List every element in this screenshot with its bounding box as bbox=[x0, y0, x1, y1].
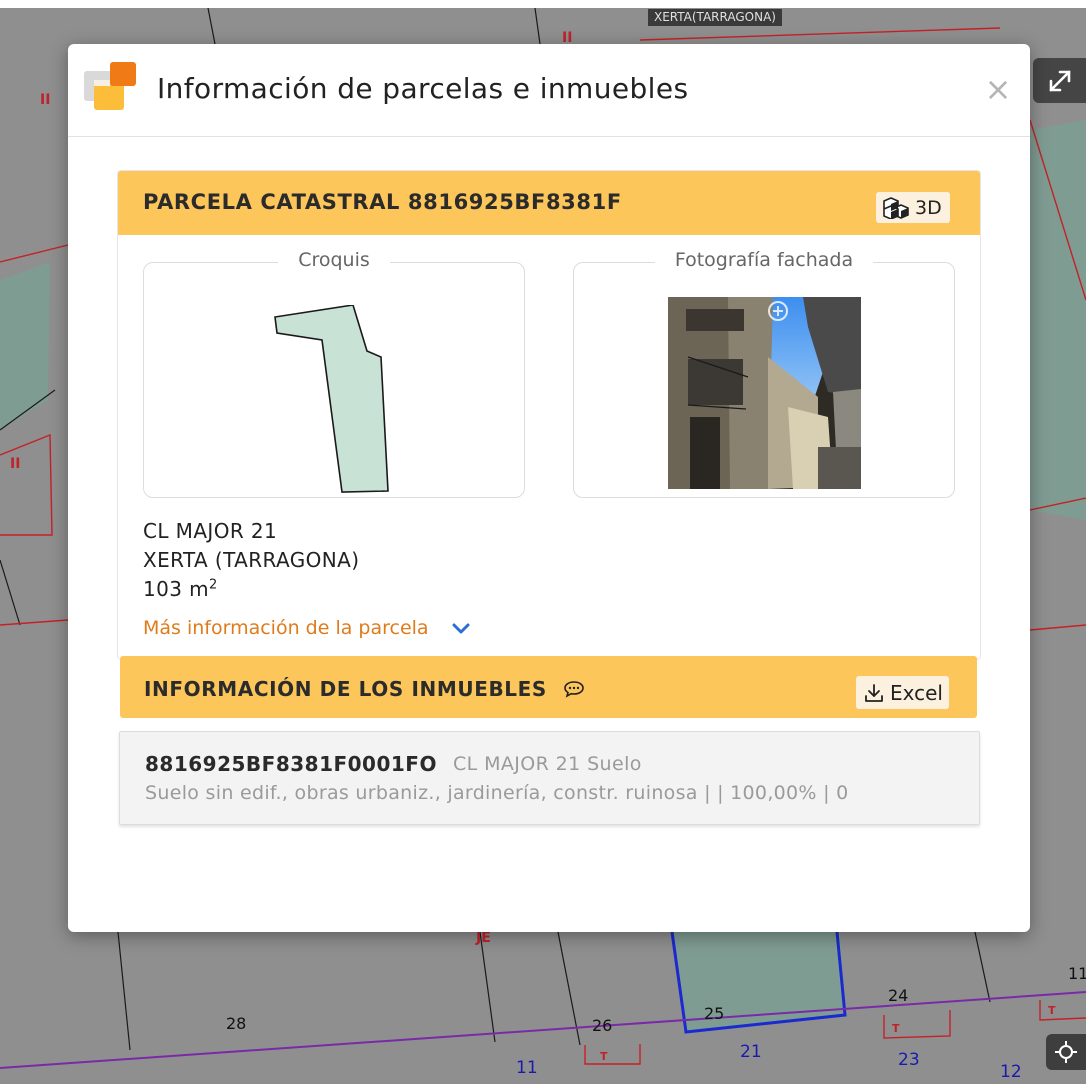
catastro-logo-icon bbox=[84, 62, 136, 110]
parcel-title: PARCELA CATASTRAL 8816925BF8381F bbox=[143, 190, 622, 214]
locate-button[interactable] bbox=[1046, 1034, 1086, 1070]
parcel-panel: PARCELA CATASTRAL 8816925BF8381F 3D Croq… bbox=[117, 170, 981, 660]
property-address: CL MAJOR 21 Suelo bbox=[453, 753, 642, 775]
map-parcel-number: 26 bbox=[592, 1016, 613, 1035]
map-parcel-number: 24 bbox=[888, 986, 909, 1005]
map-street-number: 21 bbox=[740, 1042, 762, 1062]
map-symbol: II bbox=[10, 456, 21, 472]
dialog-header: Información de parcelas e inmuebles × bbox=[68, 44, 1030, 137]
view-3d-button[interactable]: 3D bbox=[876, 192, 950, 223]
expand-icon bbox=[1049, 70, 1070, 91]
properties-panel-header: INFORMACIÓN DE LOS INMUEBLES Excel bbox=[120, 656, 977, 718]
export-excel-label: Excel bbox=[890, 680, 943, 705]
map-symbol: T bbox=[600, 1050, 608, 1063]
map-symbol: JE bbox=[476, 930, 491, 946]
parcel-info-dialog: Información de parcelas e inmuebles × PA… bbox=[68, 44, 1030, 932]
crosshair-icon bbox=[1055, 1041, 1077, 1063]
map-symbol: T bbox=[1048, 1004, 1056, 1017]
cubes-icon bbox=[883, 196, 909, 219]
parcel-sketch bbox=[274, 305, 389, 493]
parcel-area-unit-exponent: 2 bbox=[209, 577, 218, 593]
export-excel-button[interactable]: Excel bbox=[856, 676, 949, 709]
map-symbol: T bbox=[892, 1022, 900, 1035]
map-street-number: 11 bbox=[516, 1058, 538, 1078]
facade-photo-section: Fotografía fachada bbox=[573, 249, 955, 498]
croquis-legend: Croquis bbox=[278, 249, 390, 271]
map-street-number: 23 bbox=[898, 1050, 920, 1070]
map-parcel-number: 11 bbox=[1068, 964, 1086, 983]
property-row[interactable]: 8816925BF8381F0001FO CL MAJOR 21 Suelo S… bbox=[119, 731, 980, 825]
property-description: Suelo sin edif., obras urbaniz., jardine… bbox=[145, 782, 849, 804]
fullscreen-button[interactable] bbox=[1033, 58, 1086, 103]
download-icon bbox=[865, 683, 883, 702]
chevron-down-icon[interactable] bbox=[452, 623, 470, 635]
top-strip bbox=[0, 0, 1086, 8]
close-button[interactable]: × bbox=[983, 73, 1013, 105]
parcel-area: 103 m2 bbox=[143, 577, 218, 601]
parcel-address-city: XERTA (TARRAGONA) bbox=[143, 548, 360, 572]
parcel-panel-header: PARCELA CATASTRAL 8816925BF8381F 3D bbox=[118, 171, 980, 235]
facade-photo[interactable] bbox=[668, 297, 861, 489]
property-reference[interactable]: 8816925BF8381F0001FO bbox=[145, 752, 437, 776]
view-3d-label: 3D bbox=[915, 196, 942, 219]
parcel-area-value: 103 m bbox=[143, 577, 210, 601]
facade-photo-image bbox=[668, 297, 861, 489]
map-parcel-number: 25 bbox=[704, 1004, 725, 1023]
map-street-number: 12 bbox=[1000, 1062, 1022, 1082]
map-municipality-label: XERTA(TARRAGONA) bbox=[648, 9, 782, 26]
dialog-title: Información de parcelas e inmuebles bbox=[157, 72, 689, 105]
properties-title: INFORMACIÓN DE LOS INMUEBLES bbox=[144, 677, 547, 701]
facade-photo-legend: Fotografía fachada bbox=[654, 249, 874, 271]
croquis-section: Croquis bbox=[143, 249, 525, 498]
map-symbol: II bbox=[40, 92, 51, 108]
parcel-address-street: CL MAJOR 21 bbox=[143, 519, 278, 543]
comment-icon[interactable] bbox=[563, 680, 585, 698]
map-parcel-number: 28 bbox=[226, 1014, 247, 1033]
more-parcel-info-link[interactable]: Más información de la parcela bbox=[143, 617, 429, 639]
